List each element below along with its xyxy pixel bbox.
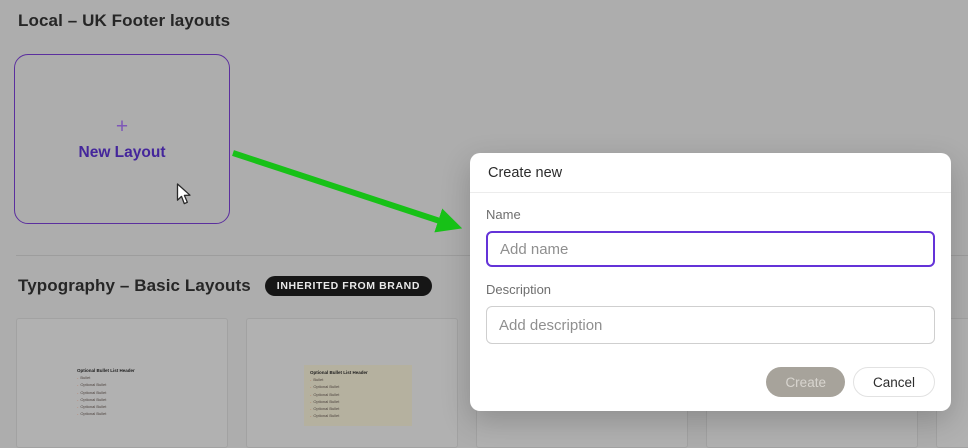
bullet-marker: -	[77, 397, 78, 402]
bullet-marker: -	[310, 399, 311, 404]
modal-title: Create new	[488, 165, 562, 181]
bullet-marker: -	[77, 382, 78, 387]
create-button[interactable]: Create	[766, 367, 845, 397]
layout-thumbnail-card[interactable]: Optional Bullet List Header -Bullet -Opt…	[16, 318, 228, 448]
name-label: Name	[486, 207, 935, 222]
name-input[interactable]	[486, 231, 935, 267]
bullet-marker: -	[310, 392, 311, 397]
bullet-list-preview: Optional Bullet List Header -Bullet -Opt…	[77, 367, 181, 418]
bullet-item: -Optional Bullet	[310, 398, 406, 405]
inherited-from-brand-badge: INHERITED FROM BRAND	[265, 276, 432, 296]
modal-body: Name Description	[470, 193, 951, 344]
bullet-item: -Optional Bullet	[77, 396, 181, 403]
bullet-item: -Optional Bullet	[310, 383, 406, 390]
bullet-marker: -	[77, 404, 78, 409]
new-layout-card[interactable]: + New Layout	[14, 54, 230, 224]
plus-icon: +	[116, 116, 128, 137]
bullet-marker: -	[310, 384, 311, 389]
description-label: Description	[486, 282, 935, 297]
bullet-list-header: Optional Bullet List Header	[77, 367, 181, 374]
bullet-item: -Optional Bullet	[77, 403, 181, 410]
layout-thumbnail-card[interactable]: Optional Bullet List Header -Bullet -Opt…	[246, 318, 458, 448]
modal-header: Create new	[470, 153, 951, 193]
new-layout-label: New Layout	[79, 144, 166, 162]
bullet-item: -Optional Bullet	[77, 389, 181, 396]
green-annotation-arrow	[225, 145, 475, 245]
modal-footer: Create Cancel	[470, 367, 951, 411]
section-title-local-uk-footer: Local – UK Footer layouts	[18, 11, 230, 31]
bullet-marker: -	[77, 390, 78, 395]
bullet-marker: -	[310, 377, 311, 382]
create-new-modal: Create new Name Description Create Cance…	[470, 153, 951, 411]
bullet-item: -Optional Bullet	[310, 391, 406, 398]
typography-section-header: Typography – Basic Layouts INHERITED FRO…	[18, 276, 432, 296]
bullet-item: -Optional Bullet	[77, 410, 181, 417]
bullet-marker: -	[310, 406, 311, 411]
bullet-item: -Optional Bullet	[310, 412, 406, 419]
bullet-item: -Bullet	[310, 376, 406, 383]
bullet-marker: -	[77, 411, 78, 416]
bullet-marker: -	[310, 413, 311, 418]
bullet-list-preview: Optional Bullet List Header -Bullet -Opt…	[304, 365, 412, 426]
bullet-item: -Optional Bullet	[77, 381, 181, 388]
cancel-button[interactable]: Cancel	[853, 367, 935, 397]
section-title-typography: Typography – Basic Layouts	[18, 276, 251, 296]
bullet-item: -Optional Bullet	[310, 405, 406, 412]
description-input[interactable]	[486, 306, 935, 344]
bullet-item: -Bullet	[77, 374, 181, 381]
bullet-list-header: Optional Bullet List Header	[310, 369, 406, 376]
bullet-marker: -	[77, 375, 78, 380]
